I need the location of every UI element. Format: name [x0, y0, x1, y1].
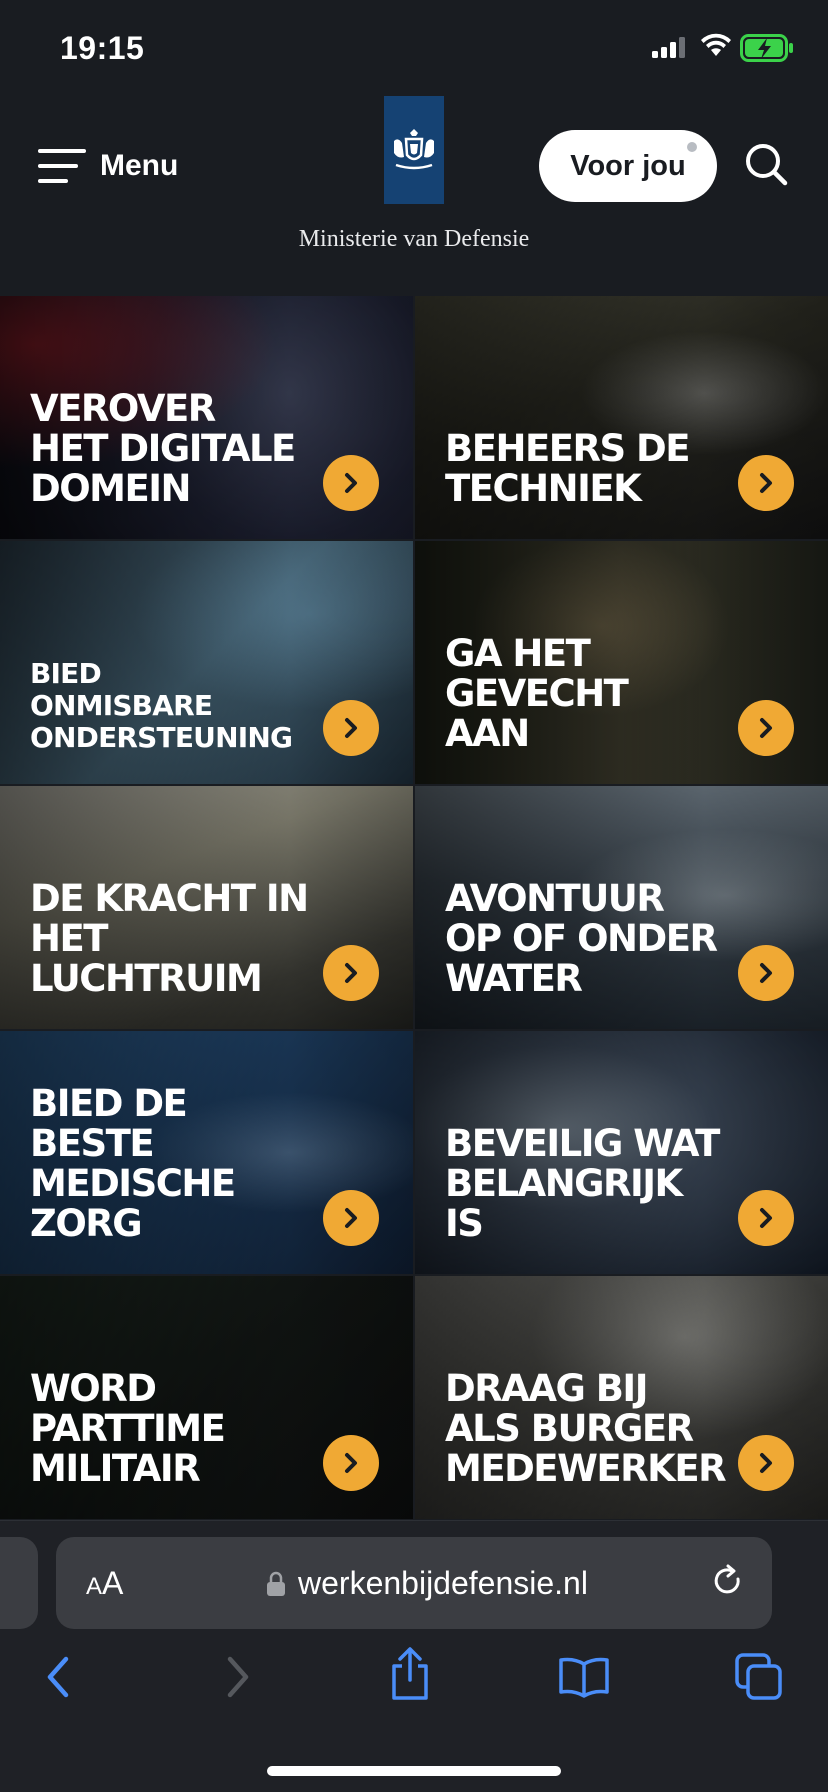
lock-icon: [267, 1571, 285, 1596]
tile-digitale-domein[interactable]: Verover het digitale domein: [0, 296, 413, 539]
tile-title: Bied de beste medische zorg: [30, 1082, 236, 1245]
chevron-right-icon: [323, 455, 379, 511]
url-display[interactable]: werkenbijdefensie.nl: [266, 1565, 588, 1602]
search-icon[interactable]: [744, 142, 788, 186]
forward-icon[interactable]: [220, 1654, 254, 1700]
site-header: Menu Ministerie van Defensie Voor jou: [0, 96, 828, 296]
reload-icon[interactable]: [710, 1563, 746, 1599]
tile-gevecht[interactable]: Ga het gevecht aan: [415, 541, 828, 784]
coat-of-arms-icon: [394, 129, 434, 170]
status-time: 19:15: [60, 30, 145, 66]
chevron-right-icon: [738, 945, 794, 1001]
address-bar[interactable]: AA werkenbijdefensie.nl: [56, 1537, 772, 1629]
share-icon[interactable]: [388, 1646, 432, 1702]
menu-label: Menu: [100, 149, 179, 182]
chevron-right-icon: [323, 1435, 379, 1491]
menu-button[interactable]: Menu: [38, 144, 178, 188]
tile-title: Word parttime militair: [30, 1367, 226, 1490]
tile-title: Verover het digitale domein: [30, 387, 296, 510]
cellular-signal-icon: [652, 37, 685, 58]
home-indicator: [267, 1766, 561, 1776]
chevron-right-icon: [323, 945, 379, 1001]
voor-jou-button[interactable]: Voor jou: [539, 130, 717, 202]
ministry-name: Ministerie van Defensie: [298, 226, 530, 252]
tile-title: De kracht in het luchtruim: [30, 877, 309, 1000]
tile-techniek[interactable]: Beheers de techniek: [415, 296, 828, 539]
tile-ondersteuning[interactable]: Bied onmisbare ondersteuning: [0, 541, 413, 784]
tile-parttime[interactable]: Word parttime militair: [0, 1276, 413, 1519]
reader-settings-button[interactable]: AA: [86, 1565, 123, 1602]
tile-medische-zorg[interactable]: Bied de beste medische zorg: [0, 1031, 413, 1274]
hamburger-icon: [38, 149, 86, 183]
voor-jou-label: Voor jou: [570, 149, 686, 182]
chevron-right-icon: [323, 1190, 379, 1246]
tile-title: Beveilig wat belangrijk is: [445, 1122, 720, 1245]
tile-title: Avontuur op of onder water: [445, 877, 718, 1000]
previous-tab-preview[interactable]: [0, 1537, 38, 1629]
bookmarks-icon[interactable]: [558, 1656, 610, 1698]
tile-title: Ga het gevecht aan: [445, 632, 629, 755]
browser-address-area: AA werkenbijdefensie.nl: [0, 1520, 828, 1631]
defensie-logo[interactable]: [384, 96, 444, 204]
tile-title: Bied onmisbare ondersteuning: [30, 657, 293, 754]
wifi-icon: [701, 33, 731, 56]
battery-charging-icon: [740, 34, 793, 62]
tile-title: Beheers de techniek: [445, 427, 691, 510]
tile-beveilig[interactable]: Beveilig wat belangrijk is: [415, 1031, 828, 1274]
chevron-right-icon: [738, 455, 794, 511]
tile-title: Draag bij als burger medewerker: [445, 1367, 727, 1490]
career-tiles-grid: Verover het digitale domein Beheers de t…: [0, 296, 828, 1520]
tile-water[interactable]: Avontuur op of onder water: [415, 786, 828, 1029]
chevron-right-icon: [738, 1190, 794, 1246]
tabs-icon[interactable]: [734, 1652, 784, 1702]
chevron-right-icon: [323, 700, 379, 756]
tile-luchtruim[interactable]: De kracht in het luchtruim: [0, 786, 413, 1029]
status-bar: 19:15: [0, 0, 828, 96]
tile-burger-medewerker[interactable]: Draag bij als burger medewerker: [415, 1276, 828, 1519]
notification-dot: [687, 142, 697, 152]
chevron-right-icon: [738, 1435, 794, 1491]
chevron-right-icon: [738, 700, 794, 756]
url-text: werkenbijdefensie.nl: [298, 1565, 588, 1601]
back-icon[interactable]: [42, 1654, 76, 1700]
